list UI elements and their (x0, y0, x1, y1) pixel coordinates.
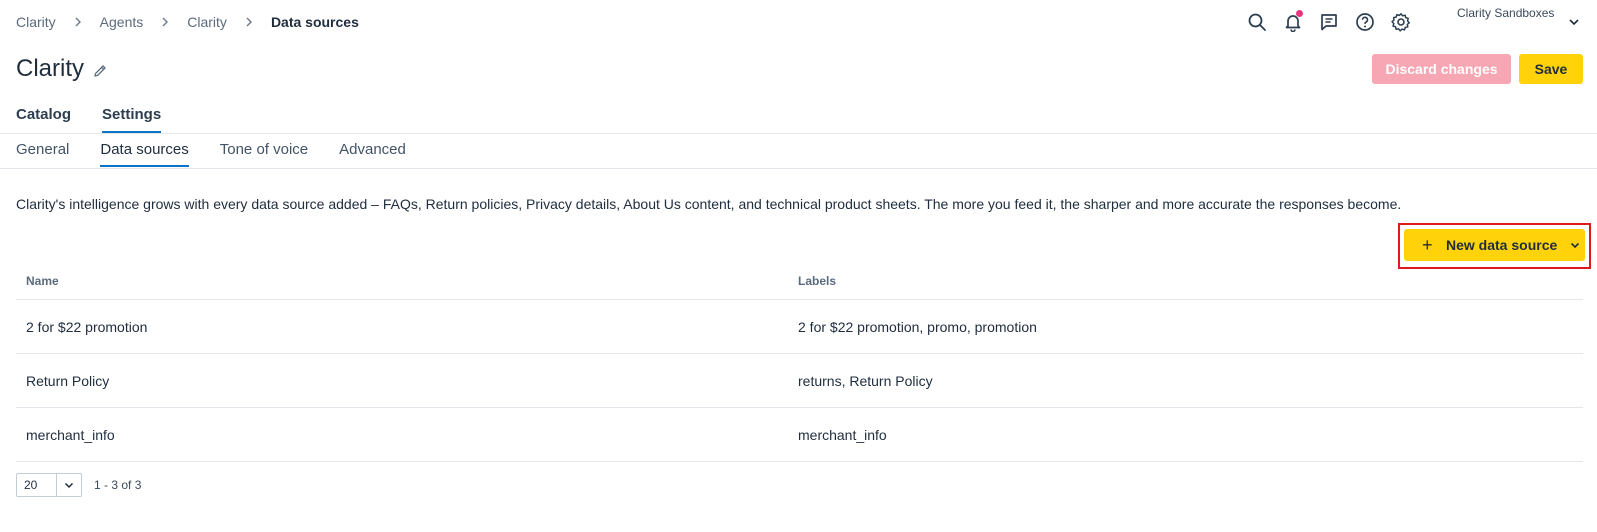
main-tabs: Catalog Settings (16, 106, 192, 133)
bell-icon[interactable] (1283, 10, 1303, 32)
cell-labels: merchant_info (798, 426, 887, 443)
pencil-icon[interactable] (92, 63, 108, 79)
chat-icon[interactable] (1319, 12, 1339, 32)
title-row: Clarity (16, 53, 108, 85)
table-header: Name Labels (16, 263, 1583, 300)
settings-subtabs: General Data sources Tone of voice Advan… (16, 141, 437, 167)
breadcrumb-current: Data sources (270, 14, 359, 30)
new-data-source-label: New data source (1446, 237, 1558, 253)
data-sources-table: Name Labels 2 for $22 promotion 2 for $2… (16, 263, 1583, 462)
chevron-right-icon (246, 17, 252, 27)
cell-name: merchant_info (26, 426, 115, 443)
chevron-right-icon (75, 17, 81, 27)
breadcrumb-item-clarity-agent[interactable]: Clarity (187, 13, 227, 31)
table-row[interactable]: merchant_info merchant_info (16, 408, 1583, 462)
gear-icon[interactable] (1391, 12, 1411, 32)
pagination: 20 1 - 3 of 3 (16, 473, 141, 497)
help-icon[interactable] (1355, 12, 1375, 32)
cell-name: 2 for $22 promotion (26, 318, 148, 335)
new-data-source-button[interactable]: + New data source (1404, 229, 1585, 261)
save-button[interactable]: Save (1519, 54, 1583, 84)
cell-labels: returns, Return Policy (798, 372, 933, 389)
cell-name: Return Policy (26, 372, 110, 389)
divider (0, 168, 1597, 169)
subtab-general[interactable]: General (16, 141, 69, 167)
chevron-down-icon[interactable] (1568, 16, 1580, 28)
divider (0, 133, 1597, 134)
chevron-right-icon (162, 17, 169, 27)
subtab-advanced[interactable]: Advanced (339, 141, 406, 167)
chevron-down-icon (1571, 242, 1580, 249)
search-icon[interactable] (1247, 12, 1267, 32)
subtab-tone-of-voice[interactable]: Tone of voice (220, 141, 308, 167)
page-title: Clarity (16, 55, 85, 82)
plus-icon: + (1422, 235, 1433, 255)
breadcrumb-item-clarity[interactable]: Clarity (16, 13, 56, 31)
column-header-name: Name (26, 274, 59, 288)
tab-settings[interactable]: Settings (102, 106, 162, 133)
table-row[interactable]: Return Policy returns, Return Policy (16, 354, 1583, 408)
subtab-data-sources[interactable]: Data sources (100, 141, 189, 167)
notification-dot (1296, 10, 1303, 17)
table-row[interactable]: 2 for $22 promotion 2 for $22 promotion,… (16, 300, 1583, 354)
account-switcher[interactable]: Clarity Sandboxes (1457, 6, 1554, 20)
page-size-select[interactable]: 20 (16, 473, 82, 497)
chevron-down-icon (64, 482, 74, 489)
page-size-value: 20 (17, 474, 57, 496)
cell-labels: 2 for $22 promotion, promo, promotion (798, 318, 1037, 335)
tab-catalog[interactable]: Catalog (16, 106, 71, 133)
page-range: 1 - 3 of 3 (94, 478, 142, 492)
intro-text: Clarity's intelligence grows with every … (16, 196, 1402, 212)
breadcrumb-item-agents[interactable]: Agents (100, 13, 144, 31)
breadcrumb: Clarity Agents Clarity Data sources (16, 13, 359, 31)
column-header-labels: Labels (798, 274, 837, 288)
discard-changes-button[interactable]: Discard changes (1372, 54, 1511, 84)
